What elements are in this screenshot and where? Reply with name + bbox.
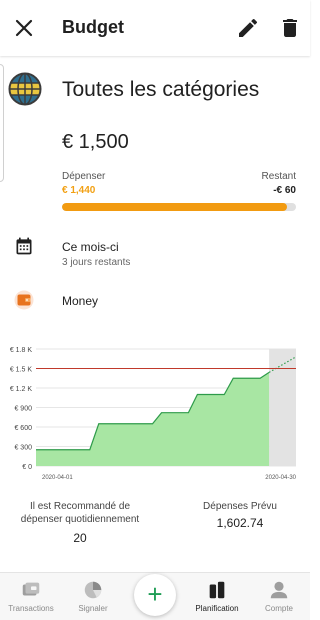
planning-icon [209, 581, 225, 599]
recommended-daily-label: Il est Recommandé de dépenser quotidienn… [20, 501, 140, 525]
y-tick-label: € 900 [14, 406, 32, 413]
recommended-daily-stat: Il est Recommandé de dépenser quotidienn… [10, 500, 150, 545]
edit-icon[interactable] [236, 16, 260, 40]
y-tick-label: € 600 [14, 425, 32, 432]
nav-report[interactable]: Signaler [62, 573, 124, 620]
future-region [269, 349, 296, 466]
close-icon[interactable] [12, 16, 36, 40]
transactions-icon [22, 582, 40, 596]
period-label[interactable]: Ce mois-ci [62, 240, 119, 254]
forecast-stat: Dépenses Prévu 1,602.74 [180, 500, 300, 530]
trash-icon[interactable] [278, 16, 302, 40]
x-tick-label: 2020-04-30 [265, 475, 296, 481]
category-title: Toutes les catégories [62, 78, 260, 101]
side-panel-edge[interactable] [0, 64, 4, 182]
recommended-daily-value: 20 [73, 531, 87, 545]
account-label[interactable]: Money [62, 294, 98, 308]
remaining-value: -€ 60 [273, 185, 296, 196]
calendar-icon [16, 237, 32, 255]
budget-progress-fill [62, 203, 287, 211]
days-remaining: 3 jours restants [62, 257, 131, 268]
globe-icon [8, 72, 42, 106]
spent-label: Dépenser [62, 171, 106, 182]
forecast-value: 1,602.74 [216, 516, 264, 530]
plus-icon: + [147, 579, 163, 609]
y-tick-label: € 300 [14, 445, 32, 452]
app-bar: Budget [0, 0, 310, 56]
nav-account[interactable]: Compte [248, 573, 310, 620]
nav-account-label: Compte [264, 604, 293, 613]
wallet-icon [14, 290, 34, 310]
nav-transactions[interactable]: Transactions [0, 573, 62, 620]
pie-chart-icon [84, 581, 102, 599]
budget-progress-bar [62, 203, 296, 211]
nav-transactions-label: Transactions [8, 604, 54, 613]
y-tick-label: € 1.8 K [10, 347, 33, 354]
y-tick-label: € 0 [22, 464, 32, 471]
x-tick-label: 2020-04-01 [42, 475, 73, 481]
remaining-label: Restant [261, 171, 296, 182]
budget-area-chart: € 0 € 300 € 600 € 900 € 1.2 K € 1.5 K € 1.8 K 2… [10, 347, 297, 481]
y-tick-label: € 1.5 K [10, 367, 33, 374]
y-tick-label: € 1.2 K [10, 386, 33, 393]
forecast-label: Dépenses Prévu [203, 501, 277, 512]
add-transaction-button[interactable]: + [134, 574, 176, 616]
nav-planning-label: Planification [195, 604, 239, 613]
spending-area [36, 372, 270, 466]
page-title: Budget [62, 17, 124, 37]
spent-value: € 1,440 [62, 185, 96, 196]
person-icon [270, 581, 288, 599]
nav-planning[interactable]: Planification [186, 573, 248, 620]
budget-amount: € 1,500 [62, 131, 129, 153]
nav-report-label: Signaler [78, 604, 108, 613]
